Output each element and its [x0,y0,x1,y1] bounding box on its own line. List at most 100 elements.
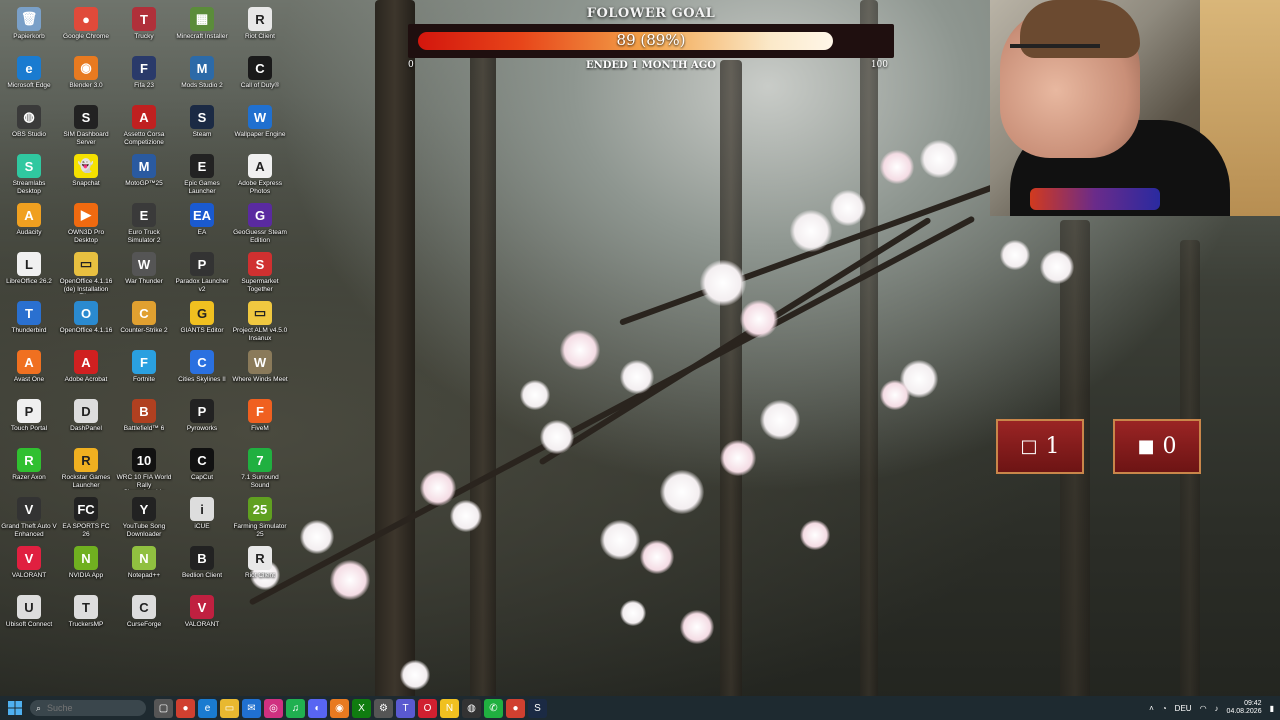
norton-icon[interactable]: N [440,698,459,718]
desktop-icon[interactable]: ▶ OWN3D Pro Desktop [57,200,115,249]
desktop-icon[interactable]: 7 7.1 Surround Sound [231,445,289,494]
desktop-icon[interactable]: e Microsoft Edge [0,53,58,102]
desktop-icon[interactable]: P Touch Portal [0,396,58,445]
clock[interactable]: 09:42 04.08.2026 [1227,700,1262,716]
whatsapp-icon[interactable]: ✆ [484,698,503,718]
desktop-icon[interactable]: M MotoGP™25 [115,151,173,200]
mail-icon[interactable]: ✉ [242,698,261,718]
blossom [660,470,704,514]
desktop-icon[interactable]: F FiveM [231,396,289,445]
desktop-icon[interactable]: G GIANTS Editor [173,298,231,347]
desktop-icon[interactable]: T Trucky [115,4,173,53]
desktop-icon[interactable]: C CurseForge [115,592,173,641]
volume-icon[interactable]: ♪ [1215,704,1219,713]
desktop-icon[interactable]: 10 WRC 10 FIA World Rally Championship [115,445,173,494]
desktop-icon[interactable]: C Call of Duty® [231,53,289,102]
app-icon: ▶ [74,203,98,227]
desktop-icon[interactable]: T TruckersMP [57,592,115,641]
desktop-icon[interactable]: ◉ Blender 3.0 [57,53,115,102]
desktop-icon[interactable]: F Fifa 23 [115,53,173,102]
app-icon: EA [190,203,214,227]
desktop-icon[interactable]: E Epic Games Launcher [173,151,231,200]
desktop-icon[interactable]: ▭ OpenOffice 4.1.16 (de) Installation Fil… [57,249,115,298]
desktop-icon[interactable]: C Cities Skylines II [173,347,231,396]
chevron-up-icon[interactable]: ˄ [1149,704,1154,713]
desktop-icon[interactable]: A Assetto Corsa Competizione [115,102,173,151]
desktop-icon[interactable]: R Razer Axon [0,445,58,494]
teams-icon[interactable]: T [396,698,415,718]
desktop-icon[interactable]: W Where Winds Meet [231,347,289,396]
desktop-icon[interactable]: N NVIDIA App [57,543,115,592]
desktop-icon[interactable]: Y YouTube Song Downloader [115,494,173,543]
explorer-icon[interactable]: ▭ [220,698,239,718]
desktop-icon[interactable]: E Euro Truck Simulator 2 [115,200,173,249]
desktop-icon[interactable]: ▭ Project ALM v4.5.0 Insanux [231,298,289,347]
obs-icon[interactable]: ◍ [462,698,481,718]
desktop-icon[interactable]: O OpenOffice 4.1.16 [57,298,115,347]
task-view-icon[interactable]: ▢ [154,698,173,718]
desktop-icon[interactable]: S Steam [173,102,231,151]
desktop-icon[interactable]: R Riot Client [231,543,289,592]
desktop-icon[interactable]: T Thunderbird [0,298,58,347]
app-icon: ◍ [17,105,41,129]
discord-icon[interactable]: ◐ [308,698,327,718]
desktop-icon[interactable]: 👻 Snapchat [57,151,115,200]
desktop-icon[interactable]: 🗑 Papierkorb [0,4,58,53]
desktop-icon[interactable]: C CapCut [173,445,231,494]
language-indicator[interactable]: DEU [1175,704,1192,713]
app-icon: R [74,448,98,472]
desktop-icon[interactable]: R Rockstar Games Launcher [57,445,115,494]
desktop-icon[interactable]: V VALORANT [173,592,231,641]
desktop-icon[interactable]: 25 Farming Simulator 25 [231,494,289,543]
desktop-icon[interactable]: S Supermarket Together [231,249,289,298]
desktop-icon[interactable]: FC EA SPORTS FC 26 [57,494,115,543]
desktop-icon[interactable]: U Ubisoft Connect [0,592,58,641]
steam-icon[interactable]: S [528,698,547,718]
desktop-icon[interactable]: P Pyroworks [173,396,231,445]
opera-icon[interactable]: O [418,698,437,718]
chrome-2-icon[interactable]: ● [506,698,525,718]
desktop-icon[interactable]: A Adobe Acrobat [57,347,115,396]
taskbar-search[interactable]: ⌕ [30,700,146,716]
desktop-icon[interactable]: ◍ OBS Studio [0,102,58,151]
app-icon: C [190,350,214,374]
desktop-icon[interactable]: F Fortnite [115,347,173,396]
wifi-icon[interactable]: ◠ [1200,704,1207,713]
search-input[interactable] [45,702,130,714]
desktop-icon[interactable]: EA EA [173,200,231,249]
xbox-icon[interactable]: X [352,698,371,718]
desktop-icon[interactable]: L LibreOffice 26.2 [0,249,58,298]
desktop-icon[interactable]: N Notepad++ [115,543,173,592]
desktop-icon[interactable]: G GeoGuessr Steam Edition [231,200,289,249]
desktop-icon[interactable]: B Bedlion Client [173,543,231,592]
desktop-icon[interactable]: S Streamlabs Desktop [0,151,58,200]
notification-icon[interactable]: ▮ [1270,704,1274,713]
desktop-icon[interactable]: D DashPanel [57,396,115,445]
desktop-icon[interactable]: M Mods Studio 2 [173,53,231,102]
settings-icon[interactable]: ⚙ [374,698,393,718]
desktop-icon[interactable]: A Audacity [0,200,58,249]
desktop-icon[interactable]: V Grand Theft Auto V Enhanced [0,494,58,543]
desktop-icon[interactable]: S SIM Dashboard Server [57,102,115,151]
desktop-icon[interactable]: ▦ Minecraft Installer [173,4,231,53]
chrome-icon[interactable]: ● [176,698,195,718]
blossom [620,360,654,394]
instagram-icon[interactable]: ◎ [264,698,283,718]
network-icon[interactable]: ◔ [1162,704,1167,713]
desktop-icon[interactable]: A Avast One [0,347,58,396]
desktop-icon[interactable]: i iCUE [173,494,231,543]
blender-icon[interactable]: ◉ [330,698,349,718]
desktop-icon[interactable]: ● Google Chrome [57,4,115,53]
desktop-icon[interactable]: W War Thunder [115,249,173,298]
desktop-icon-label: iCUE [194,523,210,530]
desktop-icon[interactable]: W Wallpaper Engine [231,102,289,151]
start-button[interactable] [4,697,26,719]
desktop-icon[interactable]: C Counter-Strike 2 [115,298,173,347]
desktop-icon[interactable]: V VALORANT [0,543,58,592]
spotify-icon[interactable]: ♫ [286,698,305,718]
desktop-icon[interactable]: R Riot Client [231,4,289,53]
desktop-icon[interactable]: A Adobe Express Photos [231,151,289,200]
desktop-icon[interactable]: B Battlefield™ 6 [115,396,173,445]
edge-icon[interactable]: e [198,698,217,718]
desktop-icon[interactable]: P Paradox Launcher v2 [173,249,231,298]
